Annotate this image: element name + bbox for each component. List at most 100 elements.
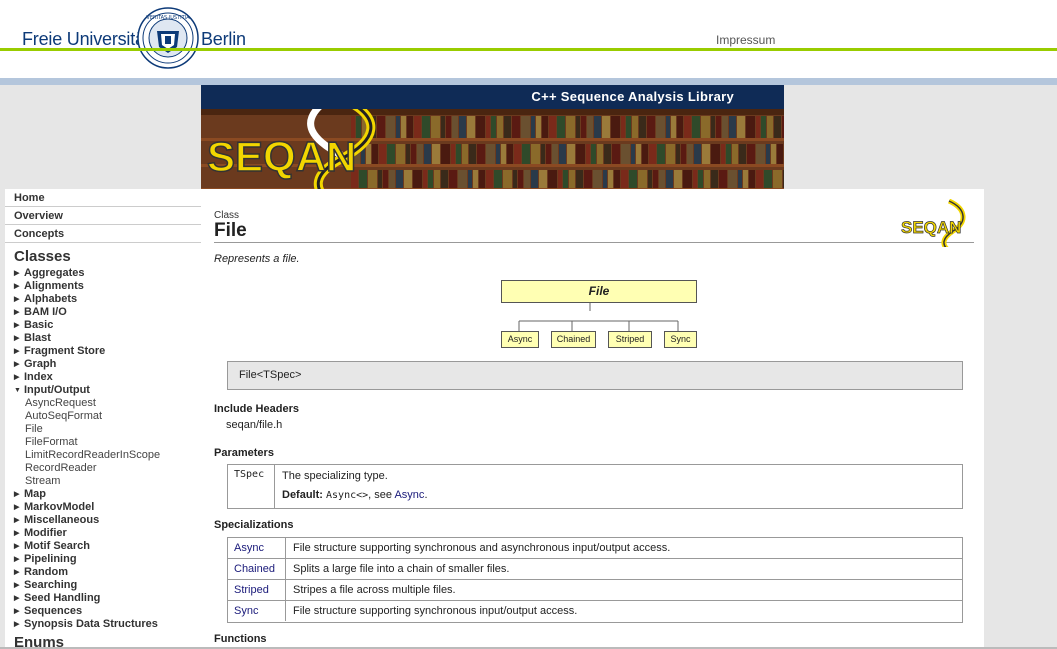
default-see: , see	[368, 489, 395, 501]
sidebar-navigation: Home Overview Concepts Classes ▶ Aggregates ▶ A…	[5, 189, 201, 649]
parameters-heading: Parameters	[214, 447, 274, 459]
collapsed-triangle-icon: ▶	[14, 569, 20, 576]
diagram-node-sync[interactable]: Sync	[664, 331, 697, 348]
class-link-recordreader[interactable]: RecordReader	[5, 462, 201, 475]
header-blue-band	[0, 78, 1057, 85]
category-modifier[interactable]: ▶ Modifier	[5, 527, 201, 540]
nav-home-link[interactable]: Home	[5, 189, 201, 207]
category-graph[interactable]: ▶ Graph	[5, 358, 201, 371]
default-code: Async<>	[326, 490, 369, 501]
category-random[interactable]: ▶ Random	[5, 566, 201, 579]
category-aggregates[interactable]: ▶ Aggregates	[5, 267, 201, 280]
category-label: Motif Search	[24, 540, 91, 552]
banner-bookshelf-image: SEQAN	[201, 109, 784, 189]
seqan-banner: C++ Sequence Analysis Library SEQAN	[201, 85, 784, 189]
category-label: Alignments	[24, 280, 84, 292]
category-index[interactable]: ▶ Index	[5, 371, 201, 384]
category-basic[interactable]: ▶ Basic	[5, 319, 201, 332]
category-synopsis-data-structures[interactable]: ▶ Synopsis Data Structures	[5, 618, 201, 631]
category-label: MarkovModel	[24, 501, 95, 513]
category-label: Miscellaneous	[24, 514, 100, 526]
category-label: Searching	[24, 579, 78, 591]
table-row: Async File structure supporting synchron…	[228, 538, 962, 559]
collapsed-triangle-icon: ▶	[14, 491, 20, 498]
collapsed-triangle-icon: ▶	[14, 608, 20, 615]
default-end: .	[424, 489, 428, 501]
parameter-name: TSpec	[228, 465, 275, 508]
specialization-link-async[interactable]: Async	[228, 538, 286, 558]
specialization-link-sync[interactable]: Sync	[228, 601, 286, 621]
diagram-node-striped[interactable]: Striped	[608, 331, 652, 348]
expanded-triangle-icon: ▼	[14, 387, 21, 394]
nav-concepts-link[interactable]: Concepts	[5, 225, 201, 243]
diagram-node-chained[interactable]: Chained	[551, 331, 596, 348]
default-label: Default:	[282, 489, 323, 501]
collapsed-triangle-icon: ▶	[14, 582, 20, 589]
classes-heading: Classes	[14, 248, 71, 265]
class-link-stream[interactable]: Stream	[5, 475, 201, 488]
specialization-description: Splits a large file into a chain of smal…	[293, 563, 510, 575]
collapsed-triangle-icon: ▶	[14, 374, 20, 381]
collapsed-triangle-icon: ▶	[14, 283, 20, 290]
collapsed-triangle-icon: ▶	[14, 556, 20, 563]
category-label: Synopsis Data Structures	[24, 618, 158, 630]
banner-title: C++ Sequence Analysis Library	[531, 89, 734, 104]
category-fragment-store[interactable]: ▶ Fragment Store	[5, 345, 201, 358]
parameter-default: Default: Async<>, see Async.	[282, 489, 428, 501]
impressum-link[interactable]: Impressum	[716, 33, 775, 47]
collapsed-triangle-icon: ▶	[14, 296, 20, 303]
collapsed-triangle-icon: ▶	[14, 270, 20, 277]
category-label: Basic	[24, 319, 54, 331]
category-pipelining[interactable]: ▶ Pipelining	[5, 553, 201, 566]
include-file: seqan/file.h	[226, 419, 283, 431]
diagram-node-async[interactable]: Async	[501, 331, 539, 348]
university-seal-icon: VERITAS·IUSTITIA	[137, 7, 199, 69]
nav-overview-link[interactable]: Overview	[5, 207, 201, 225]
category-miscellaneous[interactable]: ▶ Miscellaneous	[5, 514, 201, 527]
svg-text:VERITAS·IUSTITIA: VERITAS·IUSTITIA	[146, 15, 190, 21]
category-label: BAM I/O	[24, 306, 67, 318]
category-motif-search[interactable]: ▶ Motif Search	[5, 540, 201, 553]
specialization-link-striped[interactable]: Striped	[228, 580, 286, 600]
university-header: Freie Universität VERITAS·IUSTITIA Berli…	[0, 0, 1057, 85]
category-map[interactable]: ▶ Map	[5, 488, 201, 501]
collapsed-triangle-icon: ▶	[14, 504, 20, 511]
specialization-link-chained[interactable]: Chained	[228, 559, 286, 579]
class-link-limitrecordreaderinscope[interactable]: LimitRecordReaderInScope	[5, 449, 201, 462]
category-searching[interactable]: ▶ Searching	[5, 579, 201, 592]
class-link-file[interactable]: File	[5, 423, 201, 436]
category-input-output[interactable]: ▼ Input/Output	[5, 384, 201, 397]
specializations-heading: Specializations	[214, 519, 294, 531]
collapsed-triangle-icon: ▶	[14, 595, 20, 602]
category-label: Index	[24, 371, 53, 383]
collapsed-triangle-icon: ▶	[14, 517, 20, 524]
category-seed-handling[interactable]: ▶ Seed Handling	[5, 592, 201, 605]
default-async-link[interactable]: Async	[394, 489, 424, 501]
category-label: Graph	[24, 358, 57, 370]
category-alignments[interactable]: ▶ Alignments	[5, 280, 201, 293]
specializations-table: Async File structure supporting synchron…	[227, 537, 963, 623]
class-link-asyncrequest[interactable]: AsyncRequest	[5, 397, 201, 410]
category-label: Seed Handling	[24, 592, 101, 604]
category-label: Modifier	[24, 527, 67, 539]
category-alphabets[interactable]: ▶ Alphabets	[5, 293, 201, 306]
collapsed-triangle-icon: ▶	[14, 621, 20, 628]
university-name-left: Freie Universität	[22, 29, 150, 49]
main-content: Class File SEQAN Represents a file. File…	[201, 189, 984, 649]
category-blast[interactable]: ▶ Blast	[5, 332, 201, 345]
category-markovmodel[interactable]: ▶ MarkovModel	[5, 501, 201, 514]
include-headers-heading: Include Headers	[214, 403, 299, 415]
banner-title-bar: C++ Sequence Analysis Library	[201, 85, 784, 109]
class-link-autoseqformat[interactable]: AutoSeqFormat	[5, 410, 201, 423]
functions-heading: Functions	[214, 633, 267, 645]
category-bam-i-o[interactable]: ▶ BAM I/O	[5, 306, 201, 319]
collapsed-triangle-icon: ▶	[14, 530, 20, 537]
class-link-fileformat[interactable]: FileFormat	[5, 436, 201, 449]
signature-box: File<TSpec>	[227, 361, 963, 390]
category-sequences[interactable]: ▶ Sequences	[5, 605, 201, 618]
table-row: Sync File structure supporting synchrono…	[228, 601, 962, 622]
collapsed-triangle-icon: ▶	[14, 309, 20, 316]
diagram-root-node: File	[501, 280, 697, 303]
collapsed-triangle-icon: ▶	[14, 543, 20, 550]
collapsed-triangle-icon: ▶	[14, 335, 20, 342]
